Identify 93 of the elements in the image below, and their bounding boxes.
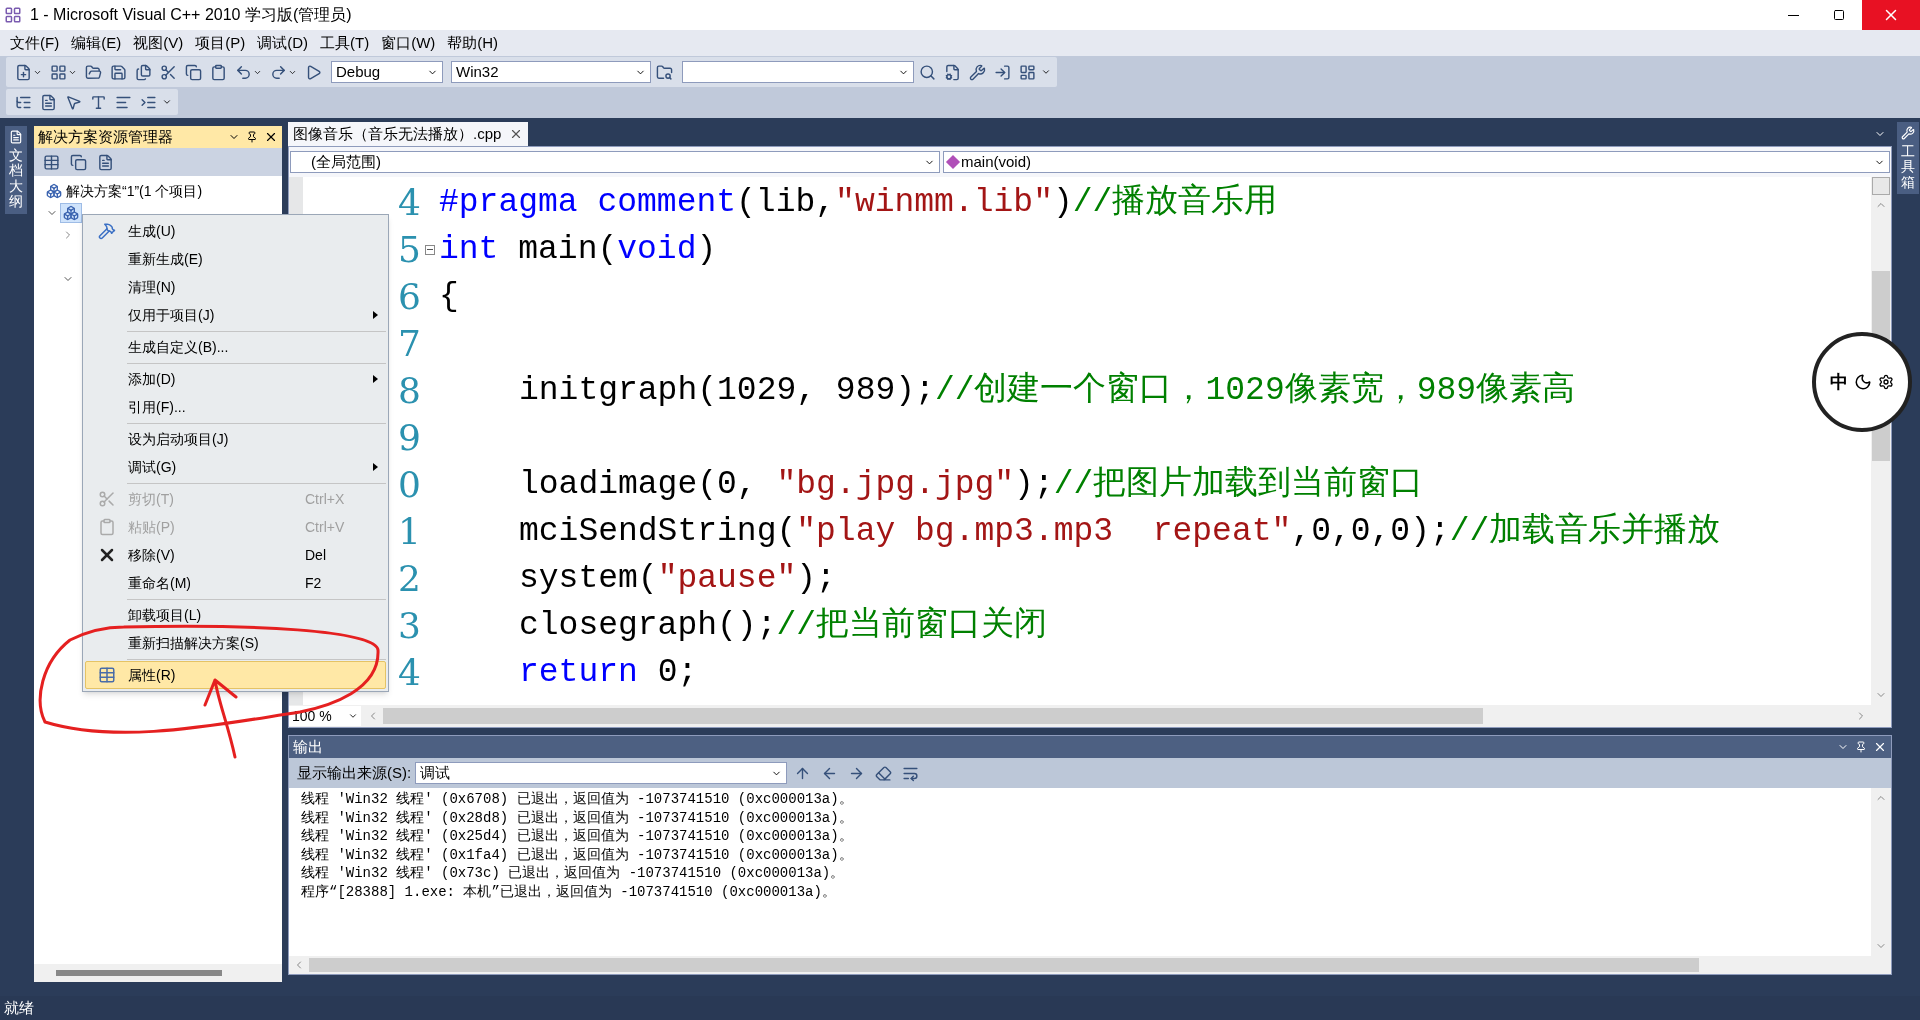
output-line: 线程 'Win32 线程' (0x1fa4) 已退出，返回值为 -1073741510 (0xc000013a)。 xyxy=(301,845,854,864)
code-line: { xyxy=(439,277,459,317)
scope-dropdown[interactable]: (全局范围) xyxy=(290,151,940,173)
menu-item[interactable]: 引用(F)... xyxy=(85,393,386,421)
menu-item[interactable]: 文件(F) xyxy=(4,31,66,55)
properties-icon xyxy=(98,666,116,684)
menu-item[interactable]: 窗口(W) xyxy=(375,31,442,55)
line-number: 1 xyxy=(397,510,421,554)
add-item-icon xyxy=(50,63,67,81)
line-number: 3 xyxy=(397,604,421,648)
line-number: 0 xyxy=(397,463,421,507)
menu-item[interactable]: 生成(U) xyxy=(85,217,386,245)
code-line: closegraph();//把当前窗口关闭 xyxy=(519,605,1048,646)
panel-header: 解决方案资源管理器 xyxy=(34,126,282,148)
output-line: 线程 'Win32 线程' (0x6708) 已退出，返回值为 -1073741510 (0xc000013a)。 xyxy=(301,790,854,809)
project-icon xyxy=(63,205,79,221)
status-text: 就绪 xyxy=(4,997,34,1018)
output-source-dropdown[interactable]: 调试 xyxy=(415,762,788,784)
menu-item[interactable]: 仅用于项目(J) xyxy=(85,301,386,329)
toolbar-overflow-icon[interactable] xyxy=(1041,67,1051,77)
app-icon xyxy=(4,6,22,24)
code-line: loadimage(0, "bg.jpg.jpg");//把图片加载到当前窗口 xyxy=(519,464,1424,505)
menu-item[interactable]: 设为启动项目(J) xyxy=(85,425,386,453)
scrollbar-thumb[interactable] xyxy=(383,708,1483,724)
undo-icon xyxy=(235,63,252,81)
code-line: return 0; xyxy=(519,653,698,693)
pin-icon[interactable] xyxy=(1855,741,1867,753)
output-line: 线程 'Win32 线程' (0x25d4) 已退出，返回值为 -1073741510 (0xc000013a)。 xyxy=(301,827,854,846)
platform-dropdown[interactable]: Win32 xyxy=(451,61,651,83)
menu-item[interactable]: 卸载项目(L) xyxy=(85,601,386,629)
menu-item[interactable]: 重新扫描解决方案(S) xyxy=(85,629,386,657)
minimize-icon xyxy=(1787,14,1799,16)
collapse-icon[interactable] xyxy=(425,244,435,255)
menu-item[interactable]: 调试(D) xyxy=(251,31,314,55)
menu-item[interactable]: 生成自定义(B)... xyxy=(85,333,386,361)
code-line: int main(void) xyxy=(439,230,717,270)
restore-icon xyxy=(1833,9,1845,21)
solution-node[interactable]: 解决方案“1”(1 个项目) xyxy=(44,181,205,201)
configuration-dropdown[interactable]: Debug xyxy=(331,61,443,83)
menu-item[interactable]: 编辑(E) xyxy=(65,31,128,55)
line-number: 5 xyxy=(397,228,421,272)
line-number: 2 xyxy=(397,557,421,601)
redo-icon xyxy=(270,63,287,81)
menu-item[interactable]: 帮助(H) xyxy=(441,31,505,55)
line-number: 6 xyxy=(397,275,421,319)
line-number: 9 xyxy=(397,416,421,460)
caret-icon xyxy=(348,711,358,721)
find-dropdown[interactable] xyxy=(682,61,914,83)
scrollbar-thumb[interactable] xyxy=(309,958,1699,972)
document-outline-tab[interactable]: 文档大纲 xyxy=(5,126,27,214)
code-line: mciSendString("play bg.mp3.mp3 repeat",0,0,0);//加载音乐并播放 xyxy=(519,511,1721,552)
paste-icon xyxy=(98,518,116,536)
menu-item[interactable]: 工具(T) xyxy=(314,31,376,55)
code-line: system("pause"); xyxy=(519,559,836,599)
code-line: initgraph(1029, 989);//创建一个窗口，1029像素宽，989像素高 xyxy=(519,370,1576,411)
menu-item[interactable]: 清理(N) xyxy=(85,273,386,301)
wrench-icon xyxy=(1901,126,1915,140)
scissors-icon xyxy=(98,490,116,508)
menu-item[interactable]: 重命名(M) F2 xyxy=(85,569,386,597)
pin-icon[interactable] xyxy=(246,131,258,143)
panel-header: 输出 xyxy=(289,736,1891,758)
toolbox-tab[interactable]: 工具箱 xyxy=(1897,122,1919,195)
window-title: 1 - Microsoft Visual C++ 2010 学习版(管理员) xyxy=(30,5,352,25)
menu-item[interactable]: 视图(V) xyxy=(127,31,190,55)
new-project-icon xyxy=(15,63,32,81)
function-dropdown[interactable]: main(void) xyxy=(943,151,1890,173)
output-source-label: 显示输出来源(S): xyxy=(297,762,412,783)
menu-item[interactable]: 属性(R) xyxy=(85,661,386,689)
line-number: 8 xyxy=(397,369,421,413)
build-icon xyxy=(98,222,116,240)
line-number: 4 xyxy=(397,651,421,695)
menu-item[interactable]: 添加(D) xyxy=(85,365,386,393)
document-tab[interactable]: 图像音乐（音乐无法播放）.cpp xyxy=(288,122,529,146)
close-icon[interactable] xyxy=(1873,740,1887,754)
line-number: 7 xyxy=(397,322,421,366)
settings-icon xyxy=(1878,374,1894,390)
document-icon xyxy=(9,130,23,144)
close-icon[interactable] xyxy=(264,130,278,144)
menu-item[interactable]: 重新生成(E) xyxy=(85,245,386,273)
line-number: 4 xyxy=(397,181,421,225)
output-line: 程序“[28388] 1.exe: 本机”已退出，返回值为 -1073741510 (0xc000013a)。 xyxy=(301,882,837,901)
menu-item[interactable]: 移除(V) Del xyxy=(85,541,386,569)
output-line: 线程 'Win32 线程' (0x73c) 已退出，返回值为 -1073741510 (0xc000013a)。 xyxy=(301,864,846,883)
project-icon xyxy=(46,183,62,199)
moon-icon xyxy=(1854,373,1872,391)
menu-item[interactable]: 调试(G) xyxy=(85,453,386,481)
toolbar-overflow-icon[interactable] xyxy=(162,97,172,107)
scrollbar-thumb[interactable] xyxy=(56,970,222,976)
menu-item[interactable]: 项目(P) xyxy=(189,31,252,55)
project-node[interactable] xyxy=(60,203,82,223)
code-line: #pragma comment(lib,"winmm.lib")//播放音乐用 xyxy=(439,182,1278,223)
method-icon xyxy=(945,154,961,170)
output-line: 线程 'Win32 线程' (0x28d8) 已退出，返回值为 -1073741510 (0xc000013a)。 xyxy=(301,808,854,827)
